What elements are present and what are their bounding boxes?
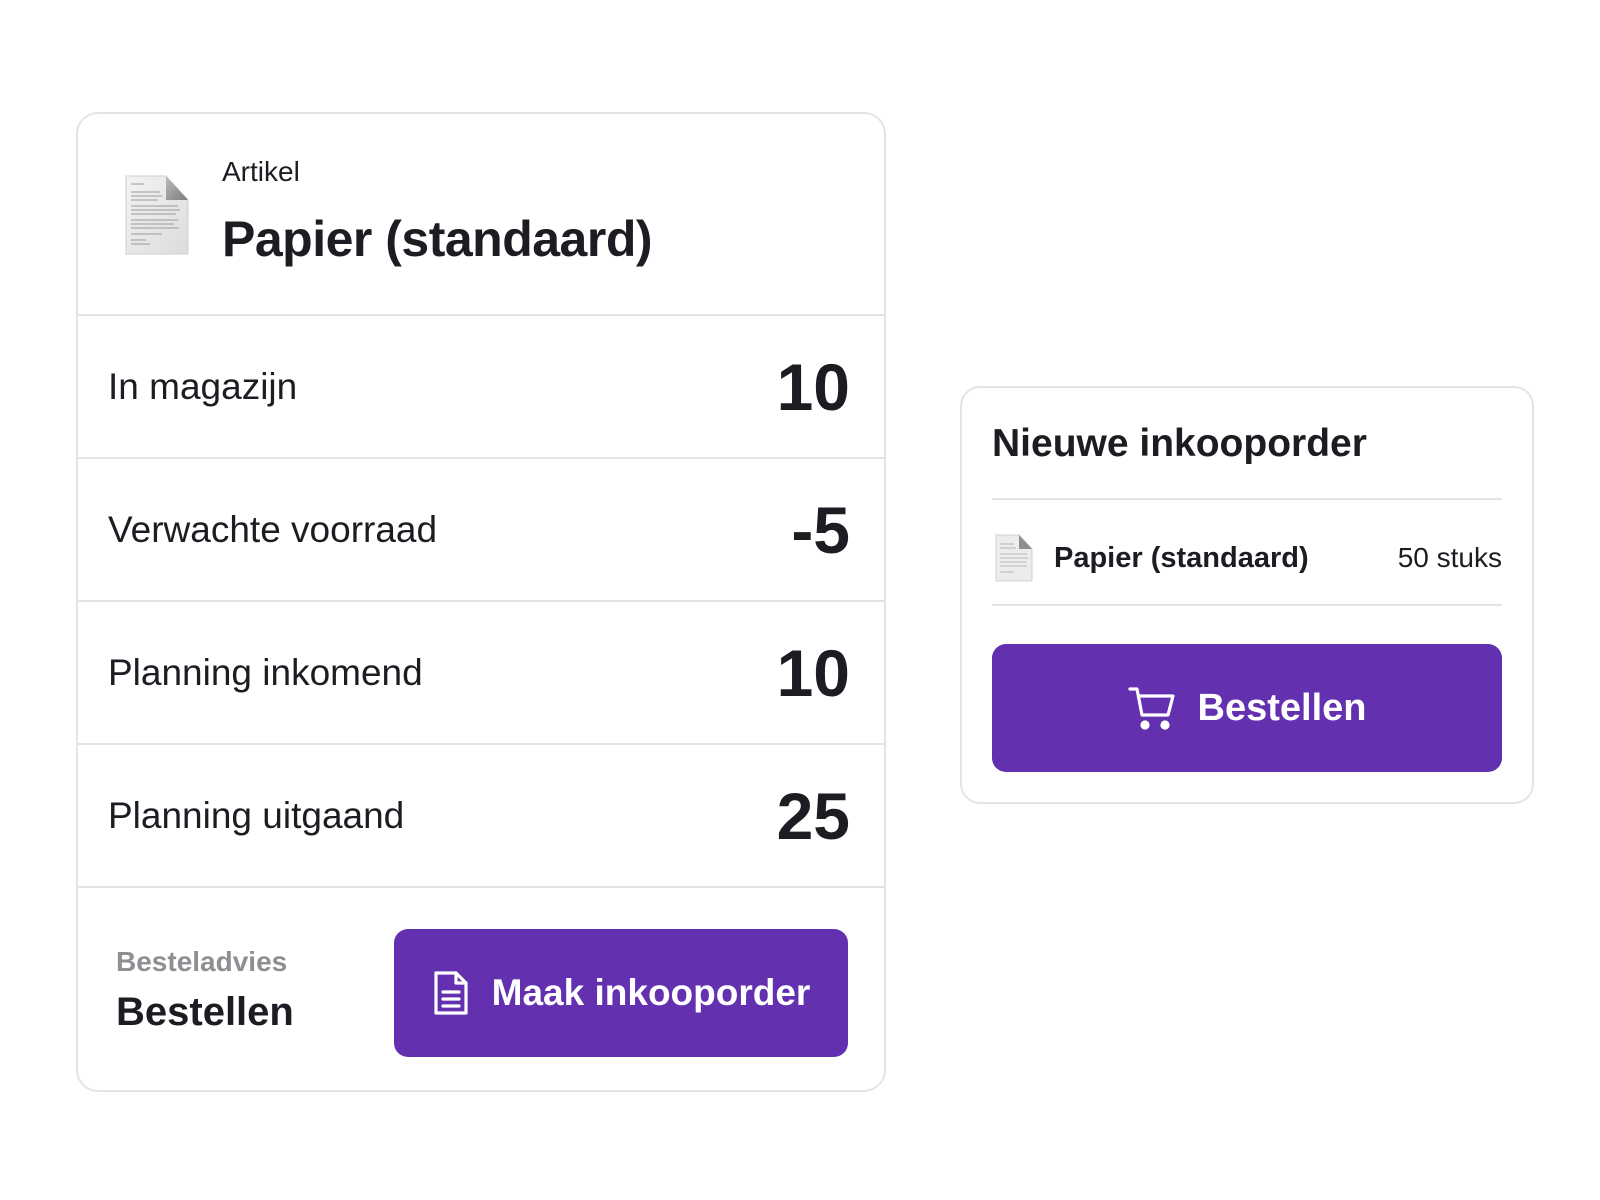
stat-value: 10: [776, 635, 850, 710]
document-icon: [432, 970, 470, 1016]
stat-value: 25: [776, 778, 850, 853]
divider: [992, 498, 1502, 500]
divider: [992, 604, 1502, 606]
stat-label: Planning uitgaand: [108, 794, 405, 836]
stat-row-planning-inkomend: Planning inkomend 10: [78, 602, 884, 745]
stat-row-planning-uitgaand: Planning uitgaand 25: [78, 745, 884, 888]
article-header: Artikel Papier (standaard): [78, 114, 884, 316]
stat-label: Planning inkomend: [108, 651, 423, 693]
order-card-title: Nieuwe inkooporder: [992, 422, 1367, 465]
order-line-item: Papier (standaard) 50 stuks: [992, 518, 1502, 598]
stat-label: Verwachte voorraad: [108, 508, 438, 550]
stat-row-verwachte-voorraad: Verwachte voorraad -5: [78, 459, 884, 602]
article-title: Papier (standaard): [222, 211, 653, 267]
article-label: Artikel: [222, 156, 300, 187]
stat-value: 10: [776, 349, 850, 424]
paper-document-icon: [995, 534, 1033, 582]
cart-icon: [1127, 685, 1176, 731]
advice-value: Bestellen: [116, 990, 294, 1034]
paper-document-icon: [125, 175, 189, 255]
article-card: Artikel Papier (standaard) In magazijn 1…: [76, 112, 886, 1092]
make-purchase-order-button[interactable]: Maak inkooporder: [394, 929, 848, 1057]
order-button[interactable]: Bestellen: [992, 644, 1502, 772]
article-footer: Besteladvies Bestellen Maak inkooporder: [78, 888, 884, 1090]
new-purchase-order-card: Nieuwe inkooporder Papier (standaard) 50…: [960, 386, 1534, 804]
order-item-name: Papier (standaard): [1054, 541, 1309, 574]
stat-label: In magazijn: [108, 365, 298, 407]
stat-value: -5: [791, 492, 850, 567]
order-button-label: Bestellen: [1197, 686, 1367, 729]
make-purchase-order-label: Maak inkooporder: [491, 972, 811, 1013]
advice-label: Besteladvies: [116, 946, 288, 977]
stat-row-in-magazijn: In magazijn 10: [78, 316, 884, 459]
order-item-quantity: 50 stuks: [1397, 542, 1502, 573]
